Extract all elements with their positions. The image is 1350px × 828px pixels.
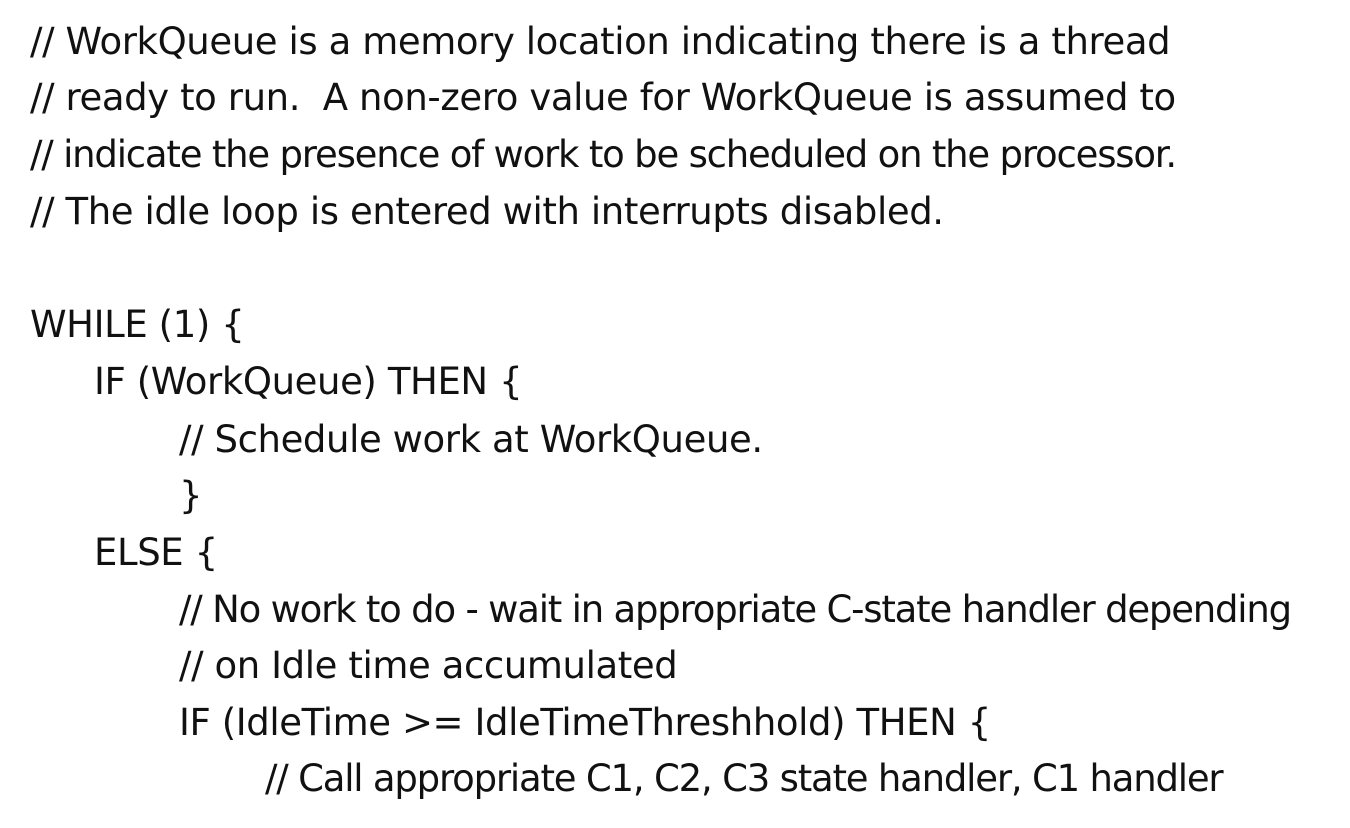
code-line-else: ELSE { — [94, 531, 218, 574]
code-line-if-workqueue: IF (WorkQueue) THEN { — [94, 360, 523, 403]
comment-line-workqueue-definition: // WorkQueue is a memory location indica… — [30, 20, 1171, 63]
comment-line-ready-to-run: // ready to run. A non-zero value for Wo… — [30, 76, 1176, 119]
code-line-if-idle-threshold: IF (IdleTime >= IdleTimeThreshhold) THEN… — [179, 701, 991, 744]
comment-line-call-handler: // Call appropriate C1, C2, C3 state han… — [265, 757, 1224, 800]
comment-line-idle-time-accumulated: // on Idle time accumulated — [179, 644, 678, 687]
comment-line-schedule-work: // Schedule work at WorkQueue. — [179, 418, 763, 461]
comment-line-no-work: // No work to do - wait in appropriate C… — [179, 588, 1292, 631]
comment-line-idle-loop-entry: // The idle loop is entered with interru… — [30, 190, 944, 233]
code-line-while-loop: WHILE (1) { — [30, 303, 245, 346]
code-line-close-brace: } — [179, 474, 203, 517]
comment-line-presence-of-work: // indicate the presence of work to be s… — [30, 133, 1177, 176]
pseudocode-listing: // WorkQueue is a memory location indica… — [0, 0, 1350, 828]
